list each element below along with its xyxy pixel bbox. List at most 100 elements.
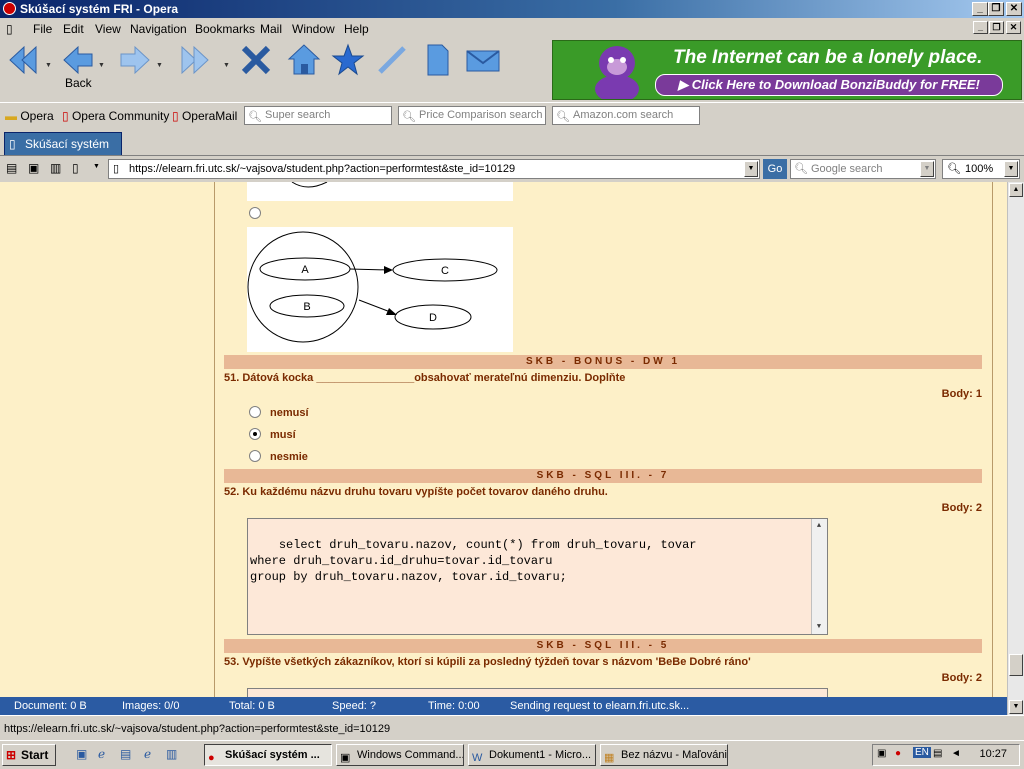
rewind-dropdown-icon[interactable]: ▼ <box>45 62 52 69</box>
tray-icon[interactable]: ● <box>895 748 901 759</box>
status-total: Total: 0 B <box>229 700 275 712</box>
menu-window[interactable]: Window <box>292 22 335 36</box>
node-c: C <box>441 265 449 277</box>
edit-pen-icon[interactable] <box>374 42 410 78</box>
page-dropdown-icon[interactable]: ▼ <box>93 163 100 170</box>
address-dropdown-icon[interactable]: ▼ <box>744 161 758 177</box>
menu-help[interactable]: Help <box>344 22 369 36</box>
menu-mail[interactable]: Mail <box>260 22 282 36</box>
textarea-scrollbar[interactable]: ▲ ▼ <box>811 519 827 634</box>
back-dropdown-icon[interactable]: ▼ <box>98 62 105 69</box>
scroll-down-icon[interactable]: ▼ <box>1009 700 1023 714</box>
magnifier-icon: 🔍︎ <box>556 111 570 123</box>
price-comparison-search-field[interactable]: 🔍︎ Price Comparison search <box>398 106 546 125</box>
camera-icon[interactable]: ▣ <box>28 161 39 175</box>
volume-icon[interactable]: ◄ <box>951 748 961 759</box>
scroll-thumb[interactable] <box>1009 654 1023 676</box>
window-title-bar: Skúšací systém FRI - Opera _ ❐ ✕ <box>0 0 1024 18</box>
bonzibuddy-ad-banner[interactable]: The Internet can be a lonely place. ▶ Cl… <box>552 40 1022 100</box>
stop-icon[interactable] <box>238 42 274 78</box>
close-button[interactable]: ✕ <box>1006 2 1022 16</box>
answer-radio-option-2[interactable] <box>249 428 261 440</box>
answer-52-text: select druh_tovaru.nazov, count(*) from … <box>250 538 697 584</box>
zoom-dropdown-icon[interactable]: ▼ <box>1004 161 1018 177</box>
google-search-field[interactable]: 🔍︎ Google search ▼ <box>790 159 936 179</box>
forward-icon[interactable] <box>117 42 153 78</box>
panel-toggle-icon[interactable]: ▤ <box>6 161 17 175</box>
task-paint[interactable]: ▦ Bez názvu - Maľovánі <box>600 744 728 766</box>
bookmark-opera[interactable]: ▬ Opera <box>5 109 54 123</box>
task-windows-command[interactable]: ▣ Windows Command... <box>336 744 464 766</box>
minimize-button[interactable]: _ <box>972 2 988 16</box>
main-toolbar: ▼ Back ▼ ▼ ▼ The Internet can be a lonel… <box>0 38 1024 102</box>
home-icon[interactable] <box>286 42 322 78</box>
menu-navigation[interactable]: Navigation <box>130 22 187 36</box>
bonzibuddy-gorilla-icon <box>595 46 639 99</box>
scroll-up-icon[interactable]: ▲ <box>812 519 826 533</box>
scroll-down-icon[interactable]: ▼ <box>812 620 826 634</box>
node-b: B <box>303 301 310 313</box>
menu-view[interactable]: View <box>95 22 121 36</box>
page-scrollbar[interactable]: ▲ ▼ <box>1007 182 1024 715</box>
page-content: A B C D SKB - BONUS - DW 1 51. Dátová ko… <box>0 182 1007 697</box>
task-word-document[interactable]: W Dokument1 - Micro... <box>468 744 596 766</box>
banner-download-button[interactable]: ▶ Click Here to Download BonziBuddy for … <box>655 74 1003 96</box>
search-engine-dropdown-icon[interactable]: ▼ <box>920 161 934 177</box>
bookmark-opera-community[interactable]: ▯ Opera Community <box>62 109 169 123</box>
new-page-icon[interactable] <box>420 42 456 78</box>
tab-skusaci-system[interactable]: ▯ Skúšací systém FRI <box>4 132 122 173</box>
answer-radio-option-1[interactable] <box>249 406 261 418</box>
start-button[interactable]: ⊞ Start <box>2 744 56 766</box>
fast-forward-dropdown-icon[interactable]: ▼ <box>223 62 230 69</box>
menu-bookmarks[interactable]: Bookmarks <box>195 22 255 36</box>
address-field[interactable]: ▯ https://elearn.fri.utc.sk/~vajsova/stu… <box>108 159 760 179</box>
menu-edit[interactable]: Edit <box>63 22 84 36</box>
maximize-button[interactable]: ❐ <box>988 2 1004 16</box>
show-desktop-icon[interactable]: ▣ <box>76 747 87 761</box>
notepad-icon[interactable]: ▤ <box>120 747 131 761</box>
tray-icon[interactable]: ▣ <box>877 748 886 759</box>
page-menu-icon[interactable]: ▯ <box>6 22 13 36</box>
page-icon[interactable]: ▯ <box>72 161 79 175</box>
page-icon: ▯ <box>113 163 120 175</box>
ie-icon[interactable]: ℯ <box>98 747 105 761</box>
forward-dropdown-icon[interactable]: ▼ <box>156 62 163 69</box>
scroll-up-icon[interactable]: ▲ <box>1009 183 1023 197</box>
page-icon: ▯ <box>62 109 69 123</box>
tab-page-icon: ▯ <box>9 137 16 151</box>
rewind-icon[interactable] <box>6 42 42 78</box>
status-message: Sending request to elearn.fri.utc.sk... <box>510 700 690 712</box>
question-53-points: Body: 2 <box>941 672 982 684</box>
fast-forward-icon[interactable] <box>176 42 212 78</box>
language-indicator[interactable]: EN <box>913 747 931 758</box>
mail-icon[interactable] <box>464 42 502 78</box>
go-button[interactable]: Go <box>763 159 787 179</box>
banner-headline: The Internet can be a lonely place. <box>673 47 983 68</box>
print-icon[interactable]: ▥ <box>50 161 61 175</box>
task-opera[interactable]: ● Skúšací systém ... <box>204 744 332 766</box>
explorer-icon[interactable]: ▥ <box>166 747 177 761</box>
page-minimize-button[interactable]: _ <box>973 21 988 34</box>
section-header: SKB - BONUS - DW 1 <box>224 355 982 369</box>
amazon-search-field[interactable]: 🔍︎ Amazon.com search <box>552 106 700 125</box>
page-close-button[interactable]: ✕ <box>1006 21 1021 34</box>
window-title: Skúšací systém FRI - Opera <box>20 2 179 16</box>
page-restore-button[interactable]: ❐ <box>989 21 1004 34</box>
section-header: SKB - SQL III. - 5 <box>224 639 982 653</box>
answer-radio-diagram[interactable] <box>249 207 261 219</box>
answer-textarea-53[interactable] <box>247 688 828 697</box>
network-icon[interactable]: ▤ <box>933 748 942 759</box>
ie-icon[interactable]: ℯ <box>144 747 151 761</box>
menu-file[interactable]: File <box>33 22 52 36</box>
answer-radio-option-3[interactable] <box>249 450 261 462</box>
zoom-value: 100% <box>965 163 994 175</box>
super-search-field[interactable]: 🔍︎ Super search <box>244 106 392 125</box>
back-icon[interactable] <box>60 42 96 78</box>
status-time: Time: 0:00 <box>428 700 480 712</box>
node-d: D <box>429 312 437 324</box>
bookmark-star-icon[interactable] <box>330 42 366 78</box>
zoom-select[interactable]: 🔍︎ 100% ▼ <box>942 159 1020 179</box>
answer-textarea-52[interactable]: select druh_tovaru.nazov, count(*) from … <box>247 518 828 635</box>
personal-bar: ▬ Opera ▯ Opera Community ▯ OperaMail 🔍︎… <box>0 102 1024 129</box>
bookmark-operamail[interactable]: ▯ OperaMail <box>172 109 237 123</box>
